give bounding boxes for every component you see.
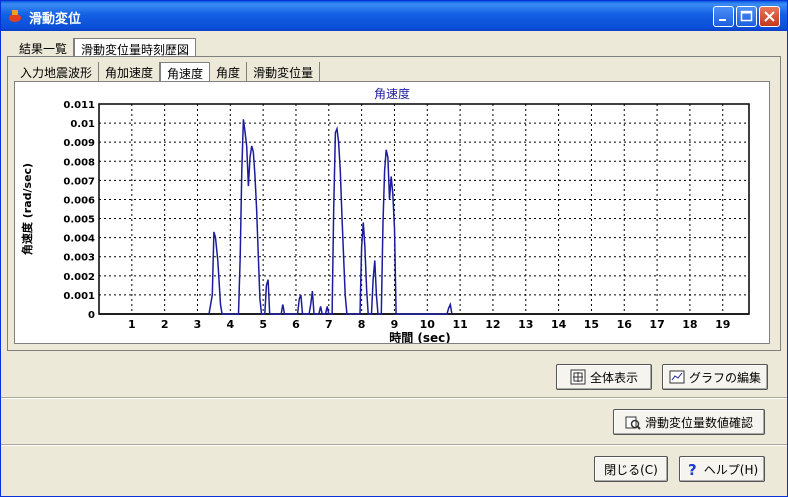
y-tick-label: 0.008	[63, 157, 95, 168]
close-window-button[interactable]	[759, 6, 780, 27]
window: 滑動変位 結果一覧 滑動変位量時刻歴図 入力地震波形 角加速度 角速度 角度 滑…	[0, 0, 788, 497]
x-tick-label: 16	[617, 318, 633, 331]
divider	[1, 444, 787, 446]
tab-displacement-history[interactable]: 滑動変位量時刻歴図	[74, 38, 197, 57]
x-tick-label: 3	[194, 318, 202, 331]
x-axis-ticks: 1 2 3 4 5 6 7 8 9 10 11 12 13 14 15 16 17 18 19	[128, 318, 730, 331]
graph-edit-icon	[669, 370, 685, 384]
x-tick-label: 19	[715, 318, 730, 331]
check-values-button[interactable]: 滑動変位量数値確認	[613, 409, 765, 435]
x-tick-label: 15	[584, 318, 599, 331]
app-icon	[9, 10, 21, 22]
help-label: ヘルプ(H)	[703, 462, 759, 477]
svg-text:?: ?	[688, 461, 697, 477]
y-axis-ticks: 0 0.001 0.002 0.003 0.004 0.005 0.006 0.007 0.00…	[63, 100, 95, 321]
window-title: 滑動変位	[29, 12, 82, 27]
edit-graph-label: グラフの編集	[688, 370, 761, 385]
x-axis-label: 時間 (sec)	[389, 330, 451, 343]
x-tick-label: 11	[452, 318, 467, 331]
edit-graph-button[interactable]: グラフの編集	[662, 364, 768, 390]
help-button[interactable]: ? ヘルプ(H)	[679, 456, 765, 482]
maximize-button[interactable]	[736, 6, 757, 27]
tab-angular-velocity[interactable]: 角速度	[160, 62, 211, 81]
x-tick-label: 7	[325, 318, 333, 331]
x-tick-label: 2	[161, 318, 169, 331]
chart-title: 角速度	[374, 86, 410, 101]
tab-angle[interactable]: 角度	[210, 62, 248, 81]
show-all-button[interactable]: 全体表示	[556, 364, 652, 390]
x-tick-label: 8	[358, 318, 366, 331]
y-tick-label: 0.004	[63, 234, 95, 245]
top-tab-row: 結果一覧 滑動変位量時刻歴図	[13, 37, 197, 57]
help-icon: ?	[688, 461, 697, 477]
y-tick-label: 0.001	[63, 291, 95, 302]
fit-view-icon	[570, 369, 586, 385]
x-tick-label: 9	[391, 318, 399, 331]
chart-grid	[98, 103, 750, 315]
close-icon	[764, 11, 775, 22]
y-tick-label: 0.002	[63, 272, 95, 283]
y-axis-label: 角速度 (rad/sec)	[20, 163, 34, 255]
tab-sliding-displacement[interactable]: 滑動変位量	[247, 62, 321, 81]
x-tick-label: 5	[259, 318, 267, 331]
magnifier-icon	[625, 416, 641, 430]
x-tick-label: 1	[128, 318, 136, 331]
divider	[1, 397, 787, 399]
y-tick-label: 0.009	[63, 138, 95, 149]
outer-tab-panel: 入力地震波形 角加速度 角速度 角度 滑動変位量 角速度 0 0.001 0.002…	[7, 56, 781, 351]
minimize-button[interactable]	[713, 6, 734, 27]
tab-input-wave[interactable]: 入力地震波形	[14, 62, 100, 81]
y-tick-label: 0.005	[63, 215, 95, 226]
y-tick-label: 0.007	[63, 176, 95, 187]
x-tick-label: 12	[485, 318, 500, 331]
plot-frame	[98, 103, 750, 315]
x-tick-label: 4	[226, 318, 234, 331]
check-values-label: 滑動変位量数値確認	[644, 415, 753, 430]
angular-velocity-chart: 角速度 0 0.001 0.002 0.003 0.004 0.005 0.006 0.007…	[20, 86, 750, 345]
tab-results-list[interactable]: 結果一覧	[13, 38, 75, 57]
x-tick-label: 18	[682, 318, 697, 331]
y-tick-label: 0	[88, 310, 95, 321]
minimize-icon	[719, 19, 726, 21]
x-tick-label: 13	[518, 318, 533, 331]
x-tick-label: 14	[551, 318, 567, 331]
series-line	[208, 119, 453, 315]
close-button[interactable]: 閉じる(C)	[594, 456, 668, 482]
show-all-label: 全体表示	[589, 370, 638, 385]
tab-angular-acceleration[interactable]: 角加速度	[99, 62, 161, 81]
chart-panel: 角速度 0 0.001 0.002 0.003 0.004 0.005 0.006 0.007…	[14, 81, 770, 345]
y-tick-label: 0.003	[63, 253, 95, 264]
title-bar: 滑動変位	[1, 1, 787, 31]
x-tick-label: 17	[649, 318, 664, 331]
maximize-icon	[740, 10, 753, 22]
y-tick-label: 0.011	[63, 100, 95, 111]
x-tick-label: 10	[420, 318, 436, 331]
close-label: 閉じる(C)	[604, 462, 658, 477]
y-tick-label: 0.006	[63, 195, 95, 206]
y-tick-label: 0.01	[70, 119, 95, 130]
sub-tab-row: 入力地震波形 角加速度 角速度 角度 滑動変位量	[14, 61, 321, 81]
x-tick-label: 6	[292, 318, 300, 331]
chart-series	[208, 119, 453, 315]
